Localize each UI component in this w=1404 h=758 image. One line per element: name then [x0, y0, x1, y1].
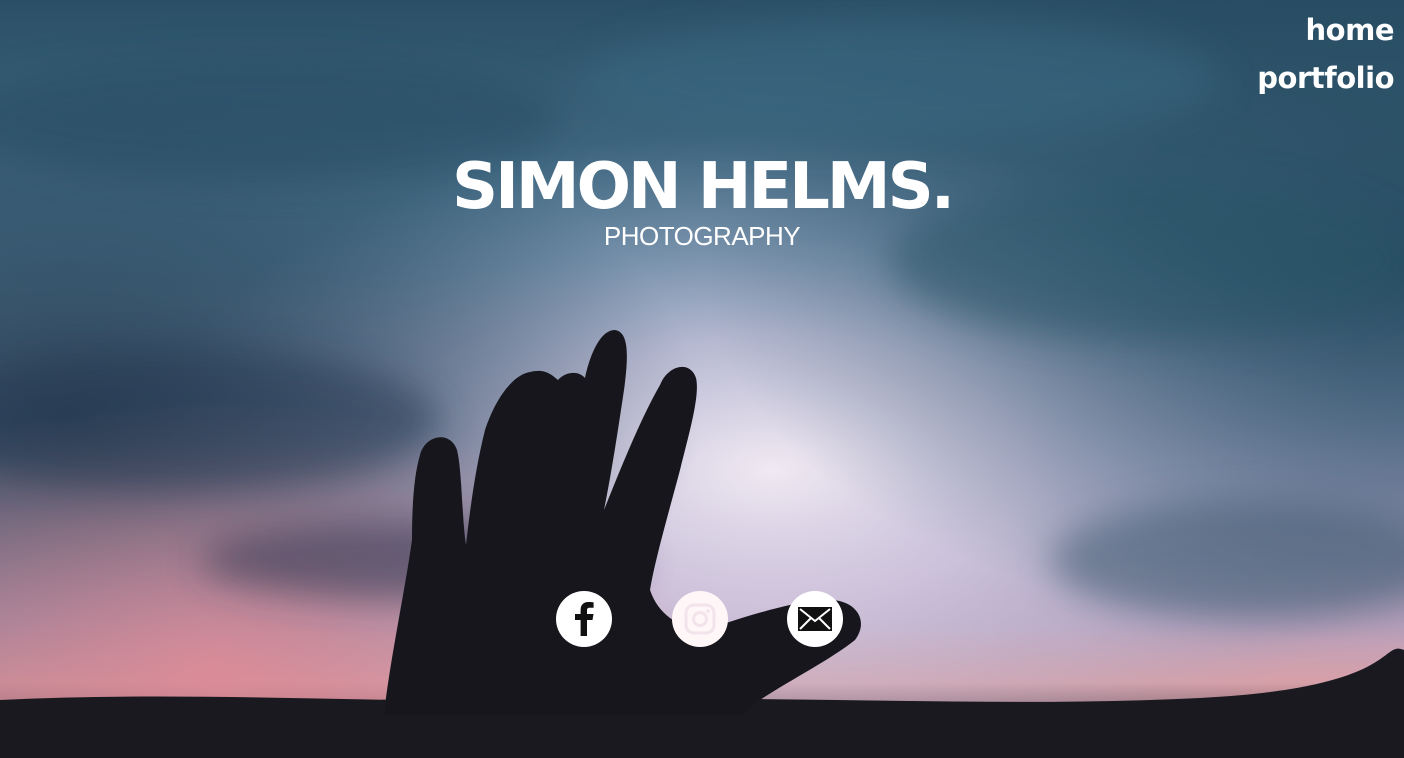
instagram-button[interactable]: [672, 591, 728, 647]
nav-home-link[interactable]: home: [1257, 6, 1395, 54]
hero-title-block: SIMON HELMS. PHOTOGRAPHY: [0, 148, 1404, 252]
social-links: [0, 591, 1404, 647]
site-title: SIMON HELMS.: [452, 150, 955, 224]
instagram-icon: [684, 603, 716, 635]
page: home portfolio SIMON HELMS. PHOTOGRAPHY: [0, 0, 1404, 758]
mail-icon: [798, 607, 832, 631]
facebook-button[interactable]: [556, 591, 612, 647]
nav-portfolio-link[interactable]: portfolio: [1257, 54, 1394, 102]
main-nav: home portfolio: [1257, 6, 1394, 102]
email-button[interactable]: [787, 591, 843, 647]
site-subtitle: PHOTOGRAPHY: [603, 221, 801, 251]
facebook-icon: [575, 602, 594, 636]
